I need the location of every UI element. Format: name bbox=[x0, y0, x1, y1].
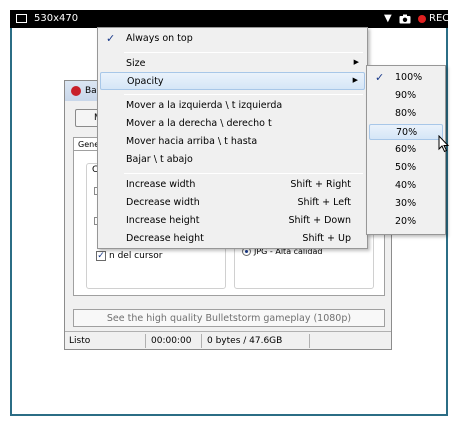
promo-banner[interactable]: See the high quality Bulletstorm gamepla… bbox=[73, 309, 385, 327]
opacity-option-100[interactable]: ✓ 100% bbox=[369, 70, 443, 86]
menu-item-label: Mover hacia arriba \ t hasta bbox=[126, 136, 258, 147]
menu-item-decrease-height[interactable]: Decrease height Shift + Up bbox=[100, 230, 365, 248]
status-time: 00:00:00 bbox=[151, 336, 192, 346]
status-divider bbox=[201, 334, 202, 348]
menu-item-size[interactable]: Size ▶ bbox=[100, 55, 365, 73]
app-icon bbox=[71, 86, 81, 96]
mouse-pointer-icon bbox=[438, 135, 450, 153]
menu-item-label: Always on top bbox=[126, 33, 193, 44]
opacity-label: 70% bbox=[396, 127, 418, 138]
menu-item-shortcut: Shift + Left bbox=[297, 197, 351, 208]
check-icon: ✓ bbox=[106, 32, 116, 45]
menu-item-opacity[interactable]: Opacity ▶ bbox=[100, 72, 365, 90]
status-bar: Listo 00:00:00 0 bytes / 47.6GB bbox=[65, 331, 391, 349]
menu-item-label: Size bbox=[126, 58, 146, 69]
menu-separator bbox=[124, 173, 363, 174]
menu-item-label: Increase width bbox=[126, 179, 196, 190]
menu-item-decrease-width[interactable]: Decrease width Shift + Left bbox=[100, 194, 365, 212]
submenu-arrow-icon: ▶ bbox=[353, 58, 359, 66]
menu-separator bbox=[124, 52, 363, 53]
dropdown-arrow-icon[interactable]: ▼ bbox=[384, 13, 392, 24]
opacity-option-50[interactable]: 50% bbox=[369, 160, 443, 176]
cursor-checkbox[interactable]: ✓ bbox=[96, 251, 106, 261]
window-icon[interactable] bbox=[16, 14, 27, 23]
menu-item-shortcut: Shift + Down bbox=[288, 215, 351, 226]
rec-button[interactable]: REC bbox=[429, 13, 449, 24]
status-divider bbox=[309, 334, 310, 348]
opacity-option-80[interactable]: 80% bbox=[369, 106, 443, 122]
menu-item-label: Opacity bbox=[127, 76, 164, 87]
record-dot-icon bbox=[418, 15, 426, 23]
status-divider bbox=[145, 334, 146, 348]
menu-item-always-on-top[interactable]: ✓ Always on top bbox=[100, 30, 365, 48]
menu-item-move-right[interactable]: Mover a la derecha \ derecho t bbox=[100, 115, 365, 133]
opacity-submenu: ✓ 100% 90% 80% 70% 60% 50% 40% 30% 20% bbox=[366, 65, 446, 235]
opacity-option-60[interactable]: 60% bbox=[369, 142, 443, 158]
menu-item-label: Decrease height bbox=[126, 233, 204, 244]
opacity-label: 40% bbox=[395, 180, 417, 191]
check-icon: ✓ bbox=[375, 71, 385, 84]
menu-item-label: Mover a la izquierda \ t izquierda bbox=[126, 100, 283, 111]
menu-item-increase-width[interactable]: Increase width Shift + Right bbox=[100, 176, 365, 194]
opacity-label: 90% bbox=[395, 90, 417, 101]
capture-size: 530x470 bbox=[34, 13, 79, 24]
menu-item-shortcut: Shift + Up bbox=[302, 233, 351, 244]
opacity-label: 60% bbox=[395, 144, 417, 155]
cursor-option[interactable]: ✓ n del cursor bbox=[96, 251, 162, 261]
opacity-option-90[interactable]: 90% bbox=[369, 88, 443, 104]
opacity-label: 50% bbox=[395, 162, 417, 173]
opacity-option-70[interactable]: 70% bbox=[369, 124, 443, 140]
status-state: Listo bbox=[69, 336, 91, 346]
menu-item-increase-height[interactable]: Increase height Shift + Down bbox=[100, 212, 365, 230]
menu-item-label: Bajar \ t abajo bbox=[126, 154, 193, 165]
opacity-label: 80% bbox=[395, 108, 417, 119]
opacity-label: 100% bbox=[395, 72, 423, 83]
menu-item-move-left[interactable]: Mover a la izquierda \ t izquierda bbox=[100, 97, 365, 115]
camera-icon[interactable] bbox=[399, 14, 411, 24]
context-menu: ✓ Always on top Size ▶ Opacity ▶ Mover a… bbox=[97, 27, 368, 249]
menu-item-label: Increase height bbox=[126, 215, 200, 226]
cursor-checkbox-label: n del cursor bbox=[109, 251, 163, 261]
menu-item-label: Mover a la derecha \ derecho t bbox=[126, 118, 272, 129]
opacity-option-20[interactable]: 20% bbox=[369, 214, 443, 230]
opacity-label: 20% bbox=[395, 216, 417, 227]
opacity-label: 30% bbox=[395, 198, 417, 209]
menu-item-move-down[interactable]: Bajar \ t abajo bbox=[100, 151, 365, 169]
status-size: 0 bytes / 47.6GB bbox=[207, 336, 283, 346]
menu-item-shortcut: Shift + Right bbox=[290, 179, 351, 190]
submenu-arrow-icon: ▶ bbox=[352, 76, 358, 84]
menu-item-move-up[interactable]: Mover hacia arriba \ t hasta bbox=[100, 133, 365, 151]
opacity-option-40[interactable]: 40% bbox=[369, 178, 443, 194]
menu-item-label: Decrease width bbox=[126, 197, 200, 208]
menu-separator bbox=[124, 94, 363, 95]
window-title: Ba bbox=[85, 86, 97, 96]
opacity-option-30[interactable]: 30% bbox=[369, 196, 443, 212]
capture-toolbar: 530x470 ▼ REC bbox=[10, 10, 449, 28]
